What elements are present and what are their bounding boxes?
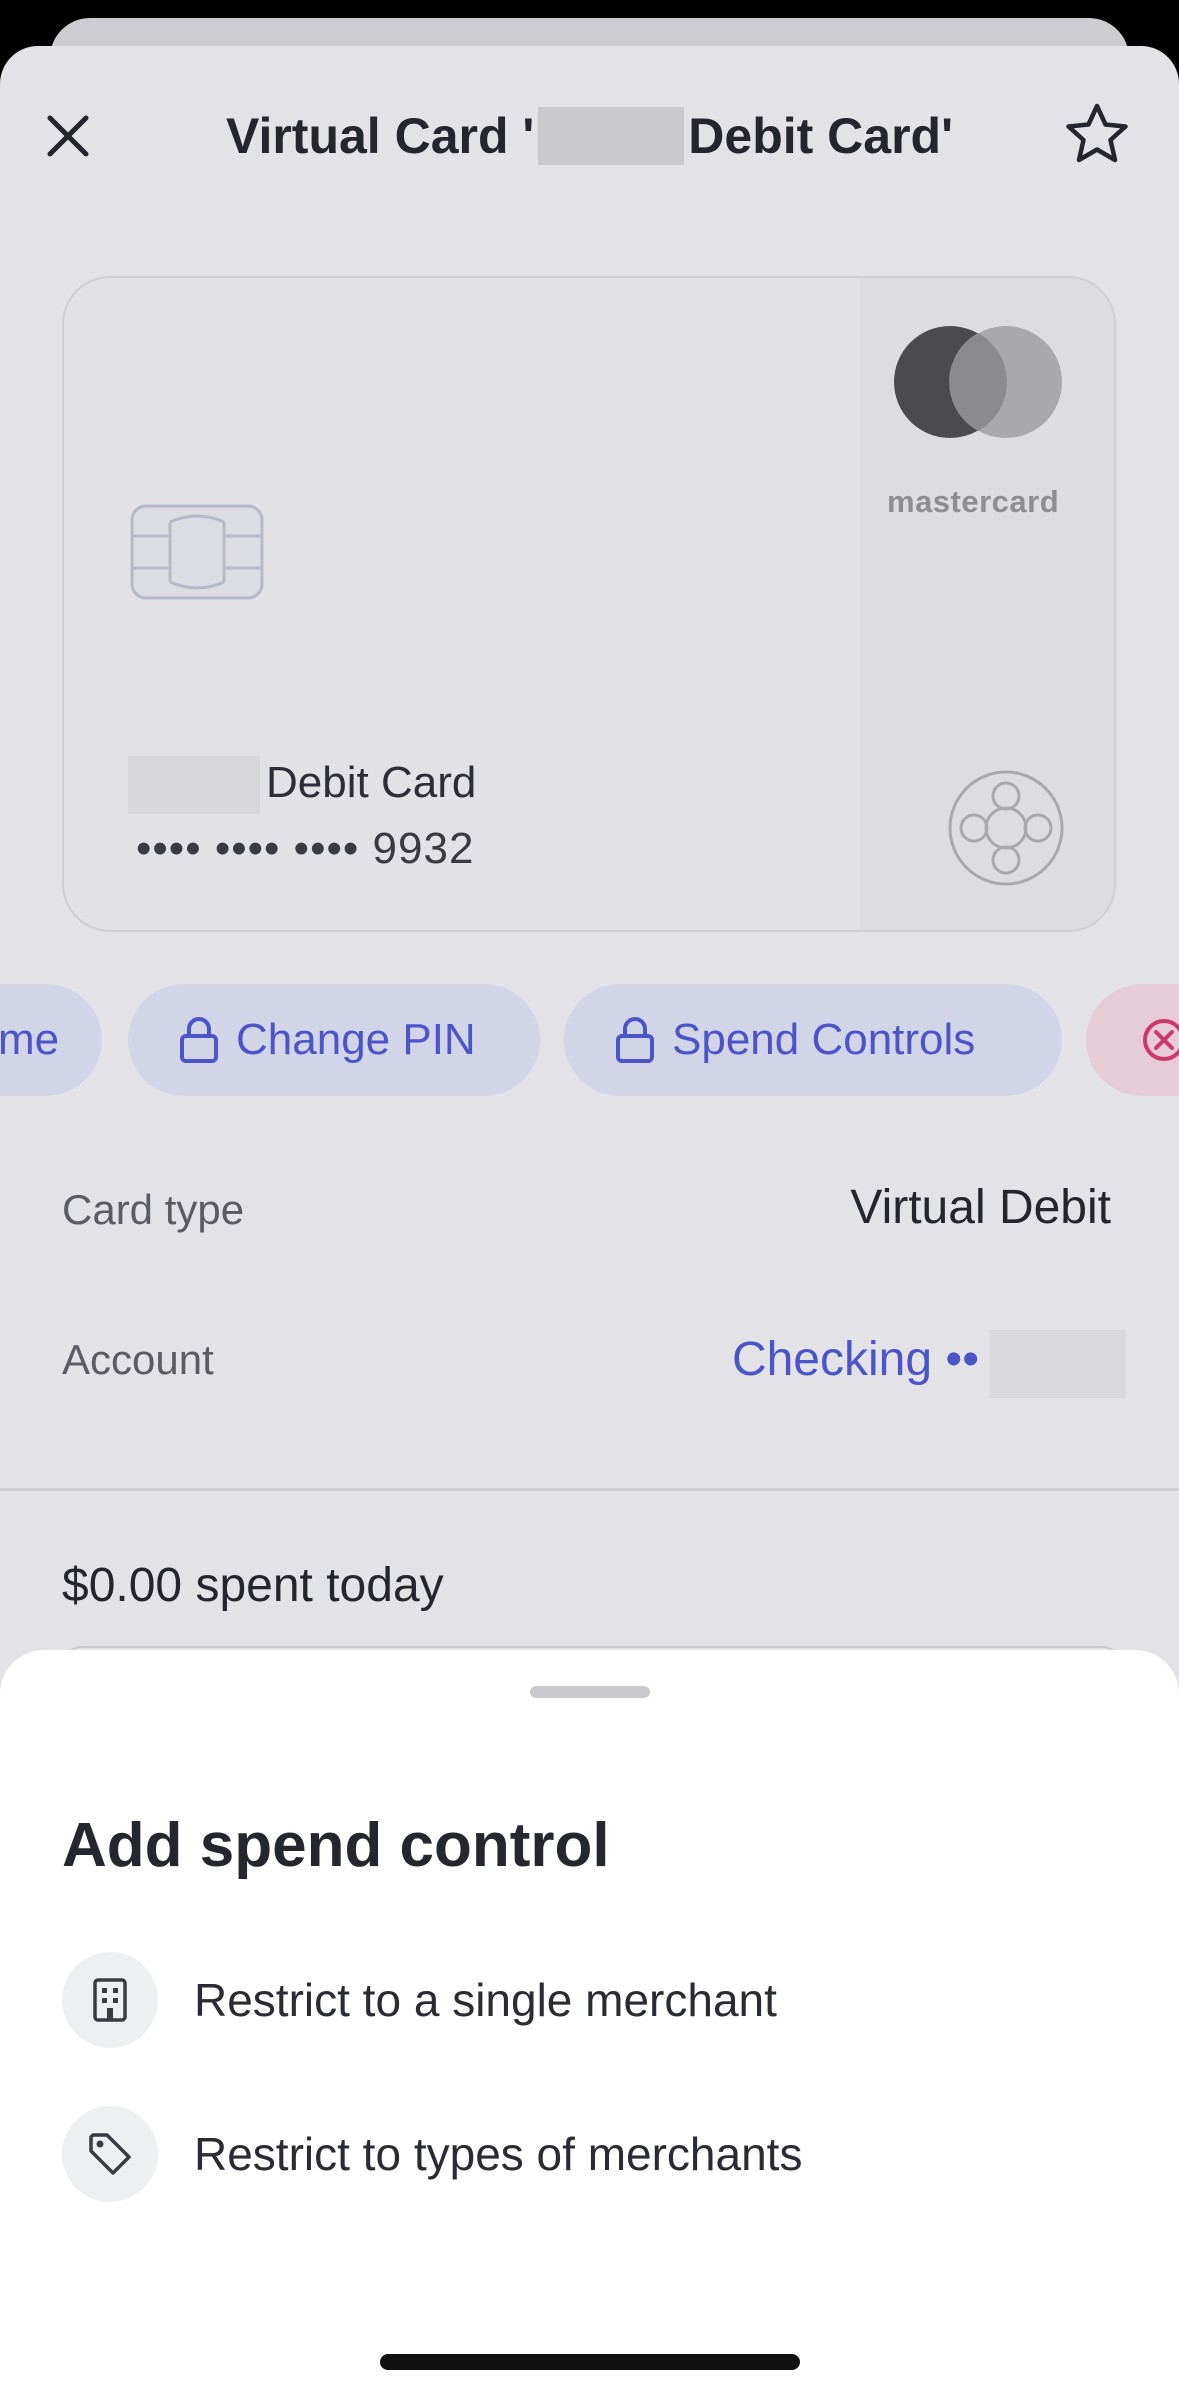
- account-label: Account: [62, 1336, 214, 1383]
- sheet-drag-handle[interactable]: [530, 1686, 650, 1698]
- page-title-suffix: Debit Card': [688, 108, 953, 164]
- redacted-block: [990, 1330, 1126, 1398]
- home-indicator[interactable]: [380, 2354, 800, 2370]
- virtual-card: mastercard Debit Card •••• •••• •••• 993…: [62, 276, 1116, 932]
- change-pin-label: Change PIN: [236, 1015, 476, 1064]
- restrict-merchant-types-option[interactable]: Restrict to types of merchants: [62, 2106, 1112, 2202]
- close-icon[interactable]: [38, 106, 98, 166]
- sheet-title: Add spend control: [62, 1811, 610, 1880]
- restrict-single-merchant-option[interactable]: Restrict to a single merchant: [62, 1952, 1112, 2048]
- card-chip-icon: [130, 504, 264, 600]
- spend-controls-button[interactable]: Spend Controls: [564, 984, 1062, 1096]
- spend-controls-label: Spend Controls: [672, 1015, 976, 1064]
- card-ornament-icon: [944, 766, 1068, 890]
- action-chip-label: me: [0, 1015, 60, 1064]
- page-title-prefix: Virtual Card ': [226, 108, 535, 164]
- spent-today-text: $0.00 spent today: [62, 1559, 444, 1612]
- action-chip-name[interactable]: me: [0, 984, 102, 1096]
- lock-icon: [616, 1017, 654, 1063]
- redacted-block: [128, 756, 260, 814]
- account-link[interactable]: Checking ••: [732, 1332, 979, 1387]
- building-icon: [62, 1952, 158, 2048]
- mastercard-wordmark: mastercard: [887, 484, 1060, 519]
- option-label: Restrict to a single merchant: [194, 1974, 777, 2026]
- card-number: •••• •••• •••• 9932: [136, 824, 475, 873]
- page-title: Virtual Card ' Debit Card': [130, 96, 1049, 176]
- cancel-card-button[interactable]: [1086, 984, 1179, 1096]
- star-icon[interactable]: [1062, 100, 1132, 170]
- mastercard-logo: [878, 322, 1078, 472]
- divider: [0, 1488, 1179, 1491]
- card-name: Debit Card: [266, 758, 477, 807]
- card-type-value: Virtual Debit: [850, 1181, 1111, 1234]
- option-label: Restrict to types of merchants: [194, 2128, 803, 2180]
- tag-icon: [62, 2106, 158, 2202]
- add-spend-control-sheet: Add spend control Restrict to a single m…: [0, 1650, 1179, 2396]
- change-pin-button[interactable]: Change PIN: [128, 984, 540, 1096]
- card-type-label: Card type: [62, 1186, 245, 1233]
- close-circle-icon: [1143, 1019, 1179, 1061]
- redacted-block: [538, 107, 685, 165]
- lock-icon: [180, 1017, 218, 1063]
